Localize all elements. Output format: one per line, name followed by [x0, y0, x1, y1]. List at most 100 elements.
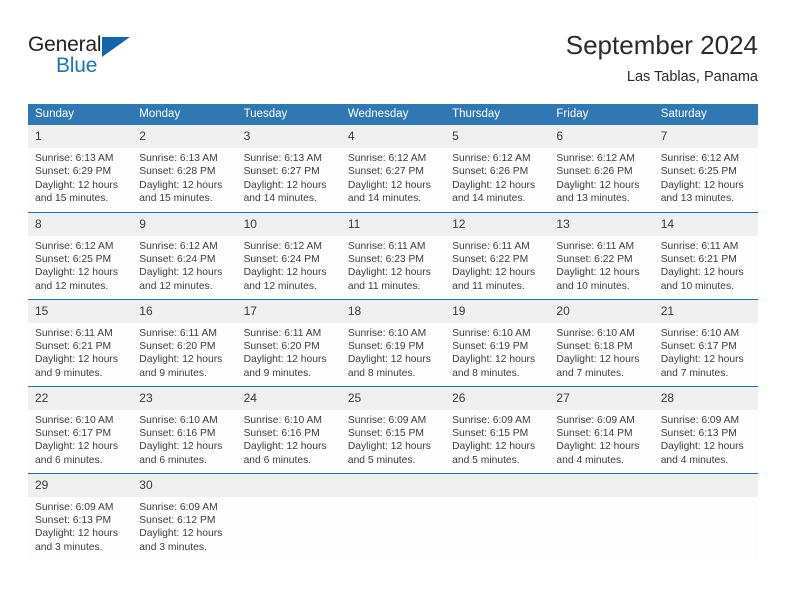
day-number: 6	[549, 125, 654, 148]
day-details: Sunrise: 6:11 AM Sunset: 6:23 PM Dayligh…	[341, 236, 445, 294]
calendar-day-cell[interactable]: 17 Sunrise: 6:11 AM Sunset: 6:20 PM Dayl…	[236, 298, 341, 386]
day-details: Sunrise: 6:12 AM Sunset: 6:24 PM Dayligh…	[132, 236, 236, 294]
calendar-day-cell[interactable]: 15 Sunrise: 6:11 AM Sunset: 6:21 PM Dayl…	[28, 298, 133, 386]
blue-triangle-icon	[102, 37, 130, 57]
calendar-day-cell[interactable]: 1 Sunrise: 6:13 AM Sunset: 6:29 PM Dayli…	[28, 125, 133, 212]
daylight-text-line2: and 15 minutes.	[139, 193, 213, 205]
sunset-text: Sunset: 6:21 PM	[35, 340, 112, 352]
day-details: Sunrise: 6:11 AM Sunset: 6:22 PM Dayligh…	[445, 236, 549, 294]
calendar-table: Sunday Monday Tuesday Wednesday Thursday…	[28, 104, 758, 560]
calendar-day-cell[interactable]: 19 Sunrise: 6:10 AM Sunset: 6:19 PM Dayl…	[445, 298, 550, 386]
sunset-text: Sunset: 6:13 PM	[660, 427, 737, 439]
sunrise-text: Sunrise: 6:09 AM	[35, 501, 114, 513]
calendar-day-cell-empty	[549, 472, 654, 560]
day-number: 30	[132, 473, 237, 497]
daylight-text-line2: and 12 minutes.	[139, 280, 213, 292]
calendar-day-cell[interactable]: 18 Sunrise: 6:10 AM Sunset: 6:19 PM Dayl…	[340, 298, 446, 386]
calendar-day-cell[interactable]: 21 Sunrise: 6:10 AM Sunset: 6:17 PM Dayl…	[653, 298, 758, 386]
daylight-text-line1: Daylight: 12 hours	[452, 354, 536, 366]
calendar-day-cell[interactable]: 3 Sunrise: 6:13 AM Sunset: 6:27 PM Dayli…	[236, 125, 341, 212]
day-details: Sunrise: 6:12 AM Sunset: 6:26 PM Dayligh…	[445, 148, 549, 206]
day-number	[653, 473, 758, 497]
daylight-text-line2: and 8 minutes.	[452, 367, 520, 379]
sunrise-text: Sunrise: 6:12 AM	[139, 240, 218, 252]
weekday-header-monday: Monday	[132, 104, 237, 125]
calendar-day-cell-empty	[236, 472, 341, 560]
daylight-text-line1: Daylight: 12 hours	[452, 441, 536, 453]
daylight-text-line1: Daylight: 12 hours	[243, 267, 327, 279]
day-details: Sunrise: 6:09 AM Sunset: 6:13 PM Dayligh…	[28, 497, 132, 555]
day-details	[237, 497, 341, 501]
daylight-text-line1: Daylight: 12 hours	[35, 354, 118, 366]
sunset-text: Sunset: 6:16 PM	[243, 427, 320, 439]
calendar-day-cell[interactable]: 9 Sunrise: 6:12 AM Sunset: 6:24 PM Dayli…	[132, 211, 237, 299]
calendar-day-cell[interactable]: 8 Sunrise: 6:12 AM Sunset: 6:25 PM Dayli…	[28, 211, 133, 299]
calendar-week-row: 22 Sunrise: 6:10 AM Sunset: 6:17 PM Dayl…	[28, 385, 758, 473]
sunset-text: Sunset: 6:27 PM	[243, 166, 320, 178]
daylight-text-line2: and 14 minutes.	[243, 193, 317, 205]
calendar-day-cell[interactable]: 4 Sunrise: 6:12 AM Sunset: 6:27 PM Dayli…	[340, 125, 446, 212]
calendar-day-cell[interactable]: 25 Sunrise: 6:09 AM Sunset: 6:15 PM Dayl…	[340, 385, 446, 473]
day-details: Sunrise: 6:10 AM Sunset: 6:17 PM Dayligh…	[654, 323, 758, 381]
calendar-day-cell[interactable]: 29 Sunrise: 6:09 AM Sunset: 6:13 PM Dayl…	[28, 472, 133, 560]
day-details: Sunrise: 6:10 AM Sunset: 6:19 PM Dayligh…	[341, 323, 445, 381]
day-number: 15	[28, 299, 133, 323]
calendar-day-cell[interactable]: 30 Sunrise: 6:09 AM Sunset: 6:12 PM Dayl…	[132, 472, 237, 560]
day-number: 29	[28, 473, 133, 497]
calendar-day-cell[interactable]: 27 Sunrise: 6:09 AM Sunset: 6:14 PM Dayl…	[549, 385, 654, 473]
day-number: 13	[549, 212, 654, 236]
day-number: 2	[132, 125, 237, 148]
daylight-text-line2: and 3 minutes.	[139, 541, 207, 553]
day-details: Sunrise: 6:09 AM Sunset: 6:15 PM Dayligh…	[445, 410, 549, 468]
weekday-header-friday: Friday	[549, 104, 654, 125]
sunrise-text: Sunrise: 6:11 AM	[452, 240, 530, 252]
calendar-day-cell[interactable]: 23 Sunrise: 6:10 AM Sunset: 6:16 PM Dayl…	[132, 385, 237, 473]
sunrise-text: Sunrise: 6:12 AM	[347, 153, 427, 164]
calendar-day-cell[interactable]: 16 Sunrise: 6:11 AM Sunset: 6:20 PM Dayl…	[132, 298, 237, 386]
sunrise-text: Sunrise: 6:12 AM	[660, 153, 740, 164]
calendar-day-cell[interactable]: 7 Sunrise: 6:12 AM Sunset: 6:25 PM Dayli…	[653, 125, 758, 212]
calendar-day-cell[interactable]: 22 Sunrise: 6:10 AM Sunset: 6:17 PM Dayl…	[28, 385, 133, 473]
calendar-day-cell[interactable]: 14 Sunrise: 6:11 AM Sunset: 6:21 PM Dayl…	[653, 211, 758, 299]
calendar-day-cell[interactable]: 10 Sunrise: 6:12 AM Sunset: 6:24 PM Dayl…	[236, 211, 341, 299]
logo-text-blue: Blue	[56, 54, 98, 77]
day-number: 19	[445, 299, 550, 323]
calendar-day-cell[interactable]: 2 Sunrise: 6:13 AM Sunset: 6:28 PM Dayli…	[132, 125, 237, 212]
calendar-day-cell[interactable]: 12 Sunrise: 6:11 AM Sunset: 6:22 PM Dayl…	[445, 211, 550, 299]
day-details: Sunrise: 6:11 AM Sunset: 6:21 PM Dayligh…	[28, 323, 132, 381]
day-details: Sunrise: 6:12 AM Sunset: 6:25 PM Dayligh…	[654, 148, 758, 206]
calendar-week-row: 1 Sunrise: 6:13 AM Sunset: 6:29 PM Dayli…	[28, 125, 758, 212]
calendar-day-cell[interactable]: 11 Sunrise: 6:11 AM Sunset: 6:23 PM Dayl…	[340, 211, 446, 299]
daylight-text-line1: Daylight: 12 hours	[660, 441, 744, 453]
daylight-text-line2: and 14 minutes.	[347, 193, 422, 205]
day-details: Sunrise: 6:09 AM Sunset: 6:13 PM Dayligh…	[654, 410, 758, 468]
calendar-day-cell[interactable]: 20 Sunrise: 6:10 AM Sunset: 6:18 PM Dayl…	[549, 298, 654, 386]
general-blue-logo[interactable]: General Blue	[28, 34, 158, 86]
daylight-text-line2: and 9 minutes.	[139, 367, 207, 379]
daylight-text-line1: Daylight: 12 hours	[243, 179, 327, 191]
day-number: 4	[340, 125, 446, 148]
day-details: Sunrise: 6:13 AM Sunset: 6:27 PM Dayligh…	[237, 148, 341, 206]
calendar-day-cell[interactable]: 13 Sunrise: 6:11 AM Sunset: 6:22 PM Dayl…	[549, 211, 654, 299]
calendar-day-cell[interactable]: 26 Sunrise: 6:09 AM Sunset: 6:15 PM Dayl…	[445, 385, 550, 473]
calendar-day-cell[interactable]: 5 Sunrise: 6:12 AM Sunset: 6:26 PM Dayli…	[445, 125, 550, 212]
sunrise-text: Sunrise: 6:10 AM	[35, 414, 114, 426]
day-details: Sunrise: 6:09 AM Sunset: 6:15 PM Dayligh…	[341, 410, 445, 468]
calendar-page: General Blue September 2024 Las Tablas, …	[0, 0, 792, 612]
day-number: 17	[236, 299, 341, 323]
daylight-text-line2: and 8 minutes.	[347, 367, 416, 379]
sunrise-text: Sunrise: 6:09 AM	[452, 414, 531, 426]
daylight-text-line2: and 6 minutes.	[35, 454, 103, 466]
calendar-day-cell[interactable]: 28 Sunrise: 6:09 AM Sunset: 6:13 PM Dayl…	[653, 385, 758, 473]
sunset-text: Sunset: 6:19 PM	[347, 340, 424, 352]
sunset-text: Sunset: 6:21 PM	[660, 253, 737, 265]
daylight-text-line1: Daylight: 12 hours	[35, 267, 118, 279]
calendar-day-cell[interactable]: 6 Sunrise: 6:12 AM Sunset: 6:26 PM Dayli…	[549, 125, 654, 212]
sunrise-text: Sunrise: 6:09 AM	[347, 414, 427, 426]
daylight-text-line2: and 12 minutes.	[243, 280, 317, 292]
calendar-day-cell[interactable]: 24 Sunrise: 6:10 AM Sunset: 6:16 PM Dayl…	[236, 385, 341, 473]
day-number: 1	[28, 125, 133, 148]
weekday-header-wednesday: Wednesday	[340, 104, 446, 125]
daylight-text-line1: Daylight: 12 hours	[139, 267, 223, 279]
sunrise-text: Sunrise: 6:10 AM	[660, 327, 740, 339]
